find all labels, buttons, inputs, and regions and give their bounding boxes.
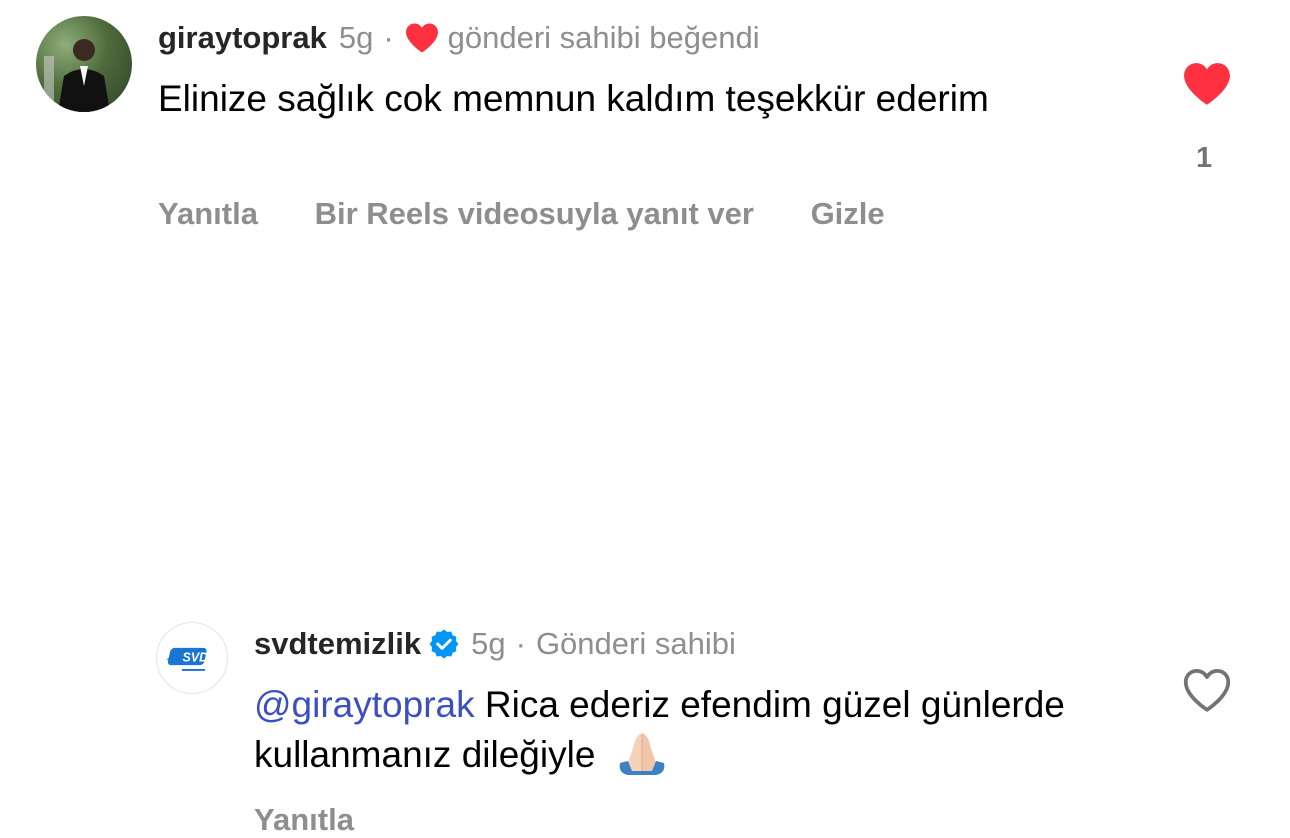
folded-hands-emoji-icon [612, 729, 672, 775]
like-button[interactable] [1182, 60, 1232, 108]
comment-text: Elinize sağlık cok memnun kaldım teşekkü… [158, 78, 989, 119]
like-button[interactable] [1182, 666, 1232, 714]
comment-actions: Yanıtla [254, 802, 402, 838]
heart-icon [404, 22, 440, 54]
reply-button[interactable]: Yanıtla [158, 196, 258, 231]
timestamp: 5g [471, 626, 506, 661]
heart-filled-icon [1184, 63, 1230, 105]
timestamp: 5g [338, 20, 374, 55]
liked-by-author-label: gönderi sahibi beğendi [447, 20, 760, 55]
verified-badge-icon [429, 629, 459, 659]
comment-header: giraytoprak 5g · gönderi sahibi beğendi [158, 20, 760, 56]
reels-reply-button[interactable]: Bir Reels videosuyla yanıt ver [315, 196, 754, 231]
separator: · [383, 20, 394, 55]
separator: · [515, 626, 526, 661]
comment-giraytoprak: giraytoprak 5g · gönderi sahibi beğendi … [0, 0, 1290, 270]
heart-outline-icon [1183, 668, 1231, 712]
avatar[interactable] [36, 16, 132, 112]
comment-header: svdtemizlik 5g · Gönderi sahibi [254, 626, 736, 662]
avatar[interactable]: SVD [156, 622, 228, 694]
like-count[interactable]: 1 [1196, 142, 1212, 175]
username[interactable]: svdtemizlik [254, 626, 421, 662]
reply-svdtemizlik: SVD svdtemizlik 5g · Gönderi sahibi @gir… [0, 300, 1290, 837]
svd-logo-icon: SVD [166, 647, 209, 671]
comment-actions: Yanıtla Bir Reels videosuyla yanıt ver G… [158, 196, 933, 232]
mention-link[interactable]: @giraytoprak [254, 684, 475, 725]
username[interactable]: giraytoprak [158, 20, 327, 56]
svg-text:SVD: SVD [183, 650, 209, 664]
hide-button[interactable]: Gizle [811, 196, 885, 231]
reply-button[interactable]: Yanıtla [254, 802, 354, 837]
author-badge: Gönderi sahibi [535, 626, 736, 661]
comment-text: @giraytoprak Rica ederiz efendim güzel g… [254, 680, 1134, 779]
